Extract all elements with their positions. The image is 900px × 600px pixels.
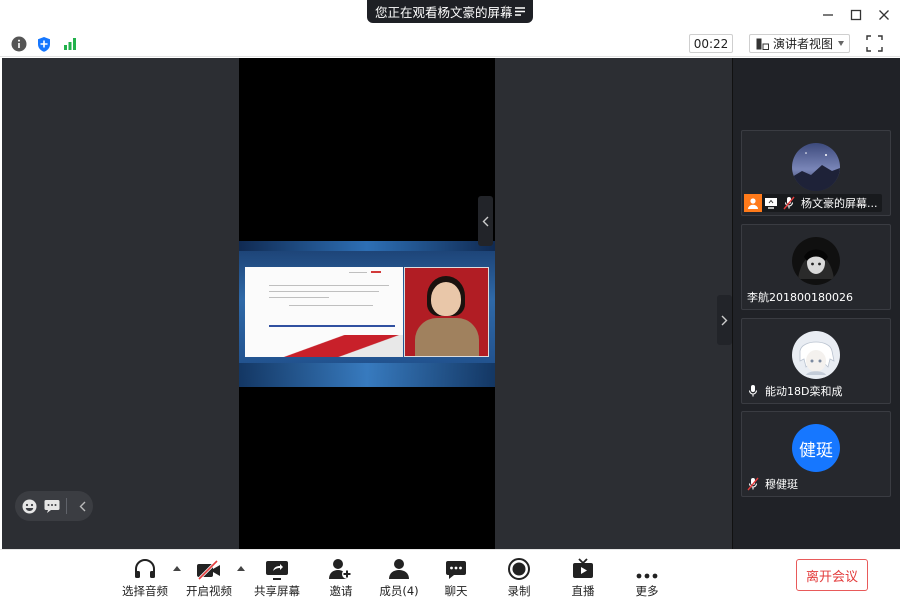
chevron-right-icon bbox=[721, 315, 728, 325]
add-user-icon bbox=[329, 559, 352, 579]
chevron-down-icon bbox=[838, 41, 844, 46]
live-label: 直播 bbox=[571, 584, 595, 598]
info-icon[interactable] bbox=[10, 35, 28, 53]
record-button[interactable]: 录制 bbox=[491, 550, 547, 600]
participant-name: 能动18D栾和成 bbox=[765, 385, 843, 398]
list-icon[interactable] bbox=[506, 0, 533, 23]
select-audio-label: 选择音频 bbox=[122, 584, 168, 598]
share-screen-icon bbox=[266, 561, 288, 580]
host-icon bbox=[744, 194, 762, 212]
participant-tile[interactable]: 能动18D栾和成 bbox=[741, 318, 891, 404]
meeting-toolbar: 选择音频 开启视频 共享屏幕 邀请 成员(4) 聊天 录制 直播 更多 离开会议 bbox=[0, 549, 900, 600]
white-anime-avatar bbox=[792, 331, 840, 379]
video-options-caret[interactable] bbox=[237, 566, 245, 571]
mic-icon bbox=[744, 382, 762, 400]
window-title: 您正在观看杨文豪的屏幕 bbox=[375, 5, 513, 20]
participant-namebar: 能动18D栾和成 bbox=[744, 382, 846, 400]
presenter-video bbox=[404, 267, 489, 357]
participant-namebar: 穆健珽 bbox=[744, 475, 802, 493]
members-icon bbox=[389, 559, 409, 579]
dark-anime-avatar bbox=[792, 237, 840, 285]
participant-name: 穆健珽 bbox=[765, 478, 798, 491]
layout-icon bbox=[756, 38, 769, 50]
slide-header-strip bbox=[239, 241, 495, 251]
collapse-left-handle[interactable] bbox=[478, 196, 493, 246]
live-button[interactable]: 直播 bbox=[555, 550, 611, 600]
slide-footer-strip bbox=[239, 363, 495, 387]
info-bar: 00:22 演讲者视图 bbox=[0, 30, 900, 57]
minimize-icon[interactable] bbox=[819, 6, 837, 24]
maximize-icon[interactable] bbox=[847, 6, 865, 24]
toolbar-divider bbox=[66, 498, 68, 514]
shield-icon[interactable] bbox=[35, 35, 53, 53]
chat-icon bbox=[446, 561, 466, 579]
chevron-left-icon[interactable] bbox=[71, 491, 93, 521]
video-off-icon bbox=[197, 560, 220, 580]
more-label: 更多 bbox=[635, 584, 659, 598]
participant-tile[interactable]: 杨文豪的屏幕... bbox=[741, 130, 891, 216]
participant-tile[interactable]: 李航201800180026 bbox=[741, 224, 891, 310]
text-avatar: 健珽 bbox=[792, 424, 840, 472]
toggle-participants-handle[interactable] bbox=[717, 295, 732, 345]
audio-options-caret[interactable] bbox=[173, 566, 181, 571]
start-video-button[interactable]: 开启视频 bbox=[181, 550, 237, 600]
emoji-icon[interactable] bbox=[19, 491, 41, 521]
chat-button[interactable]: 聊天 bbox=[428, 550, 484, 600]
share-screen-label: 共享屏幕 bbox=[254, 584, 300, 598]
chat-label: 聊天 bbox=[444, 584, 468, 598]
invite-label: 邀请 bbox=[329, 584, 353, 598]
start-video-label: 开启视频 bbox=[186, 584, 232, 598]
record-icon bbox=[508, 558, 530, 580]
leave-meeting-button[interactable]: 离开会议 bbox=[796, 559, 868, 591]
danmaku-icon[interactable] bbox=[41, 491, 63, 521]
mic-muted-icon bbox=[744, 475, 762, 493]
invite-button[interactable]: 邀请 bbox=[313, 550, 369, 600]
more-button[interactable]: 更多 bbox=[619, 550, 675, 600]
meeting-timer: 00:22 bbox=[689, 34, 733, 53]
participant-namebar: 杨文豪的屏幕... bbox=[744, 194, 882, 212]
members-button[interactable]: 成员(4) bbox=[371, 550, 427, 600]
participant-namebar: 李航201800180026 bbox=[744, 288, 857, 306]
mic-muted-icon bbox=[780, 194, 798, 212]
viewing-title-pill: 您正在观看杨文豪的屏幕 bbox=[367, 0, 533, 23]
slide-document bbox=[245, 267, 403, 357]
participant-name: 杨文豪的屏幕... bbox=[801, 197, 878, 210]
view-mode-dropdown[interactable]: 演讲者视图 bbox=[749, 34, 850, 53]
share-screen-button[interactable]: 共享屏幕 bbox=[249, 550, 305, 600]
live-stream-icon bbox=[573, 558, 593, 578]
record-label: 录制 bbox=[507, 584, 531, 598]
shared-screen-area bbox=[2, 58, 732, 549]
fullscreen-icon[interactable] bbox=[866, 35, 883, 52]
night-sky-avatar bbox=[792, 143, 840, 191]
participant-tile[interactable]: 健珽 穆健珽 bbox=[741, 411, 891, 497]
reaction-toolbar bbox=[15, 491, 93, 521]
headset-icon bbox=[135, 559, 155, 578]
chevron-left-icon bbox=[482, 216, 489, 226]
participants-panel: 杨文豪的屏幕... 李航201800180026 能动18D栾和成 健珽 穆健珽 bbox=[732, 58, 900, 549]
signal-icon[interactable] bbox=[61, 35, 79, 53]
view-mode-label: 演讲者视图 bbox=[773, 37, 834, 51]
close-icon[interactable] bbox=[875, 6, 893, 24]
select-audio-button[interactable]: 选择音频 bbox=[117, 550, 173, 600]
more-icon bbox=[636, 573, 658, 579]
members-label: 成员(4) bbox=[379, 584, 419, 598]
title-bar: 您正在观看杨文豪的屏幕 bbox=[0, 0, 900, 30]
participant-name: 李航201800180026 bbox=[747, 291, 853, 304]
shared-screen-content bbox=[239, 241, 495, 387]
screen-share-icon bbox=[762, 194, 780, 212]
